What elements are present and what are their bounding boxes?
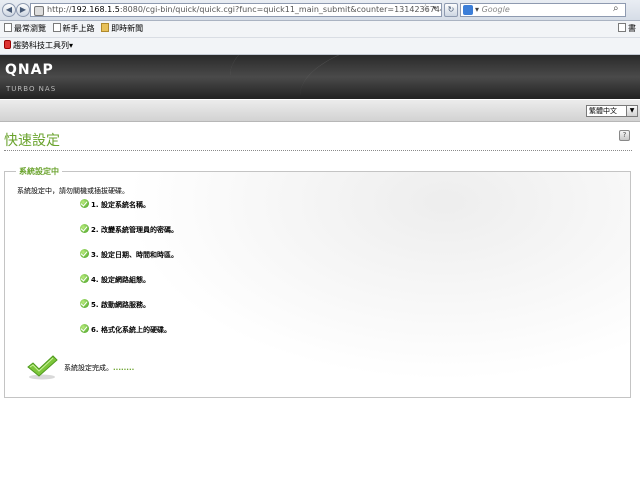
url-input[interactable]: http://192.168.1.5:8080/cgi-bin/quick/qu…	[30, 3, 442, 17]
dropdown-icon[interactable]: ▾	[433, 4, 437, 12]
setup-step: 4. 設定網路組態。	[80, 274, 150, 285]
language-select[interactable]: 繁體中文 ▼	[586, 105, 638, 117]
step-label: 1. 設定系統名稱。	[91, 201, 150, 209]
qnap-logo: QNAP	[5, 62, 54, 78]
setup-step: 6. 格式化系統上的硬碟。	[80, 324, 171, 335]
bookmarks-menu-label: 書	[628, 24, 636, 33]
setup-step: 3. 設定日期、時間和時區。	[80, 249, 178, 260]
site-favicon-icon	[34, 6, 44, 16]
bookmarks-toolbar: 最常瀏覽 新手上路 即時新聞 書	[0, 21, 640, 38]
back-button[interactable]: ◀	[2, 3, 16, 17]
trend-toolbar-label: 趨勢科技工具列	[13, 41, 69, 50]
forward-button[interactable]: ▶	[16, 3, 30, 17]
browser-toolbar: ◀ ▶ http://192.168.1.5:8080/cgi-bin/quic…	[0, 0, 640, 21]
trend-toolbar-button[interactable]: 趨勢科技工具列▾	[4, 38, 73, 54]
chevron-down-icon: ▾	[69, 41, 74, 50]
chevron-down-icon[interactable]: ▼	[626, 106, 637, 116]
google-icon[interactable]	[463, 5, 473, 15]
search-placeholder: Google	[481, 5, 510, 14]
check-icon	[80, 224, 89, 233]
bookmark-label: 新手上路	[62, 24, 95, 33]
url-scheme: http://	[47, 5, 72, 14]
bookmark-label: 即時新聞	[111, 24, 144, 33]
bookmark-star-icon[interactable]: ☆	[421, 3, 430, 14]
addon-toolbar: 趨勢科技工具列▾	[0, 38, 640, 55]
panel-legend: 系統設定中	[16, 166, 62, 177]
title-divider	[4, 150, 632, 151]
help-icon[interactable]: ?	[619, 130, 630, 141]
done-label: 系統設定完成。	[64, 364, 113, 372]
large-check-icon	[27, 355, 58, 380]
setup-complete-message: 系統設定完成。........	[64, 363, 134, 373]
panel-description: 系統設定中，請勿關機或插拔硬碟。	[17, 187, 129, 195]
trend-toolbar-icon	[4, 40, 11, 49]
check-icon	[80, 249, 89, 258]
progress-dots: ........	[113, 364, 135, 372]
bookmark-news-feed[interactable]: 即時新聞	[101, 21, 143, 37]
page-title: 快速設定	[4, 133, 60, 149]
setup-step: 5. 啟動網路服務。	[80, 299, 150, 310]
check-icon	[80, 199, 89, 208]
page-icon	[4, 23, 12, 32]
url-host: 192.168.1.5	[71, 5, 120, 14]
check-icon	[80, 324, 89, 333]
url-path: :8080/cgi-bin/quick/quick.cgi?func=quick…	[119, 5, 442, 14]
step-label: 3. 設定日期、時間和時區。	[91, 251, 178, 259]
step-label: 6. 格式化系統上的硬碟。	[91, 326, 171, 334]
setup-step: 2. 改變系統管理員的密碼。	[80, 224, 178, 235]
language-bar	[0, 100, 640, 122]
page-icon	[52, 23, 61, 32]
check-icon	[80, 274, 89, 283]
app-header	[0, 55, 640, 99]
step-label: 2. 改變系統管理員的密碼。	[91, 226, 178, 234]
rss-folder-icon	[101, 23, 110, 32]
language-selected-value: 繁體中文	[589, 107, 617, 115]
bookmarks-menu[interactable]: 書	[618, 21, 636, 37]
product-subtitle: TURBO NAS	[6, 85, 57, 93]
search-engine-dropdown-icon[interactable]: ▾	[475, 5, 479, 14]
bookmark-most-visited[interactable]: 最常瀏覽	[4, 21, 46, 37]
reload-button[interactable]: ↻	[444, 3, 458, 17]
bookmark-getting-started[interactable]: 新手上路	[52, 21, 95, 37]
search-input[interactable]: ▾ Google	[460, 3, 626, 17]
check-icon	[80, 299, 89, 308]
bookmark-label: 最常瀏覽	[14, 24, 46, 33]
panel-background-decoration	[125, 172, 630, 382]
bookmarks-menu-icon	[618, 23, 626, 32]
header-decoration	[300, 55, 640, 99]
setup-step: 1. 設定系統名稱。	[80, 199, 150, 210]
step-label: 5. 啟動網路服務。	[91, 301, 150, 309]
search-magnifier-icon[interactable]: ⌕	[613, 3, 619, 14]
step-label: 4. 設定網路組態。	[91, 276, 150, 284]
